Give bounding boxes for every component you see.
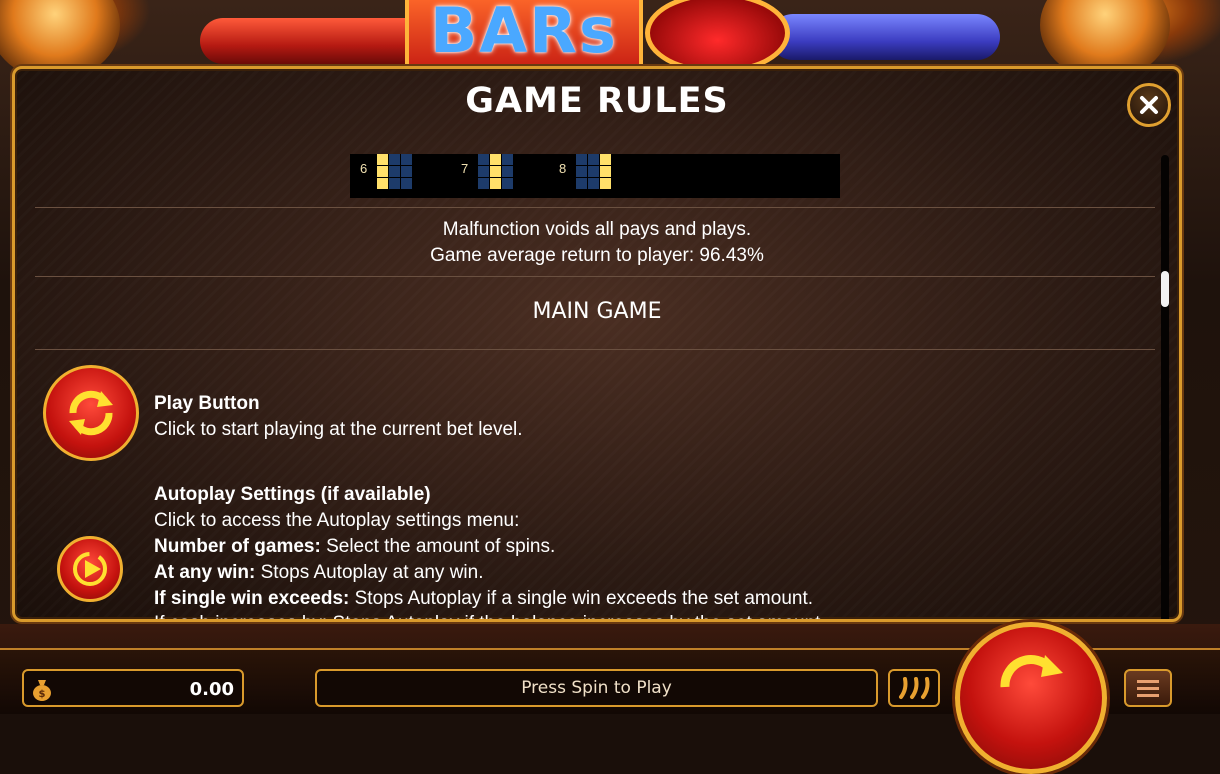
spin-button[interactable] xyxy=(955,622,1107,774)
money-bag-icon: $ xyxy=(33,680,51,701)
rules-content[interactable]: GAME RULES 6 7 8 Malfunction voids all p… xyxy=(15,69,1179,619)
autoplay-item-cut: If cash increases by: Stops Autoplay if … xyxy=(154,611,826,619)
lips-logo xyxy=(645,0,790,74)
payline-diagrams: 6 7 8 xyxy=(350,154,840,198)
game-logo-letters: BARs xyxy=(430,0,618,67)
spin-arrows-icon xyxy=(1000,655,1063,688)
payline-grid xyxy=(478,154,513,189)
menu-button[interactable] xyxy=(1124,669,1172,707)
autoplay-item: Number of games: Select the amount of sp… xyxy=(154,536,556,557)
play-button-icon xyxy=(43,365,139,461)
payline-number: 8 xyxy=(559,161,567,176)
divider xyxy=(35,207,1155,208)
balance-display: $ 0.00 xyxy=(22,669,244,707)
divider xyxy=(35,349,1155,350)
status-message: Press Spin to Play xyxy=(315,669,878,707)
chili-peppers-icon xyxy=(899,677,930,699)
malfunction-notice: Malfunction voids all pays and plays. xyxy=(442,219,752,240)
section-title-main-game: MAIN GAME xyxy=(532,299,662,324)
menu-icon xyxy=(1137,680,1159,697)
close-button[interactable] xyxy=(1127,83,1171,127)
payline-grid xyxy=(576,154,611,189)
balance-value: 0.00 xyxy=(189,679,234,700)
divider xyxy=(35,276,1155,277)
autoplay-item: At any win: Stops Autoplay at any win. xyxy=(154,562,484,583)
payline-number: 6 xyxy=(360,161,368,176)
play-button-rule: Play Button Click to start playing at th… xyxy=(154,391,523,443)
rtp-notice: Game average return to player: 96.43% xyxy=(430,245,764,266)
autoplay-intro: Click to access the Autoplay settings me… xyxy=(154,510,520,531)
game-rules-modal: GAME RULES 6 7 8 Malfunction voids all p… xyxy=(12,66,1182,622)
payline-number: 7 xyxy=(461,161,469,176)
blue-pipe xyxy=(770,14,1000,60)
scrollbar-thumb[interactable] xyxy=(1161,271,1169,307)
turbo-button[interactable] xyxy=(888,669,940,707)
autoplay-item: If single win exceeds: Stops Autoplay if… xyxy=(154,588,814,609)
scrollbar[interactable] xyxy=(1161,155,1169,619)
red-pipe xyxy=(200,18,440,64)
autoplay-title: Autoplay Settings (if available) xyxy=(154,484,431,505)
autoplay-icon xyxy=(57,536,123,602)
close-icon xyxy=(1140,96,1158,114)
play-button-title: Play Button xyxy=(154,393,260,414)
autoplay-rule: Autoplay Settings (if available) Click t… xyxy=(154,482,813,612)
play-button-text: Click to start playing at the current be… xyxy=(154,419,523,440)
modal-title: GAME RULES xyxy=(465,81,729,121)
payline-grid xyxy=(377,154,412,189)
svg-text:$: $ xyxy=(39,689,46,700)
